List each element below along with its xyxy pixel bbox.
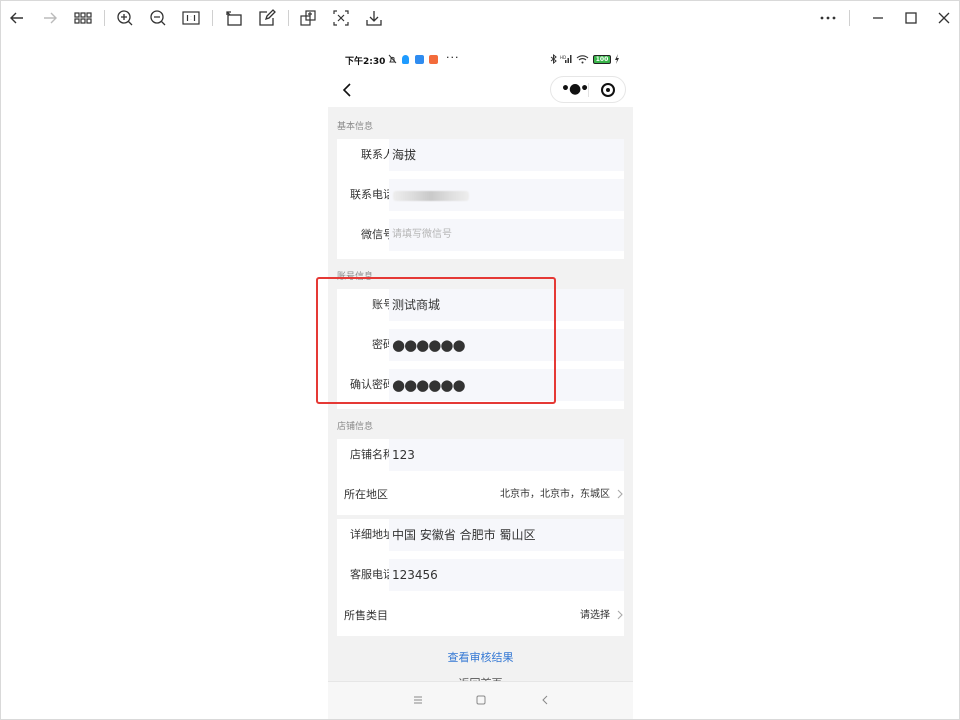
back-arrow-icon[interactable] [7, 8, 27, 28]
zoom-in-icon[interactable] [115, 8, 135, 28]
mini-program-capsule: •●• [550, 76, 626, 103]
service-phone-input[interactable]: 123456 [389, 559, 624, 591]
edit-icon[interactable] [257, 8, 277, 28]
capsule-more-icon[interactable]: •●• [561, 81, 589, 97]
form-row-service-phone: 客服电话 123456 [337, 559, 624, 599]
chevron-right-icon [617, 489, 623, 499]
app-notification-icon-2 [429, 55, 438, 64]
status-bar: 下午2:30 ··· HD 100 [328, 47, 633, 73]
close-icon[interactable] [934, 8, 954, 28]
back-icon[interactable] [539, 694, 551, 706]
chevron-right-icon [617, 610, 623, 620]
form-row-address: 详细地址 中国 安徽省 合肥市 蜀山区 [337, 519, 624, 559]
minimize-icon[interactable] [868, 8, 888, 28]
region-value: 北京市，北京市，东城区 [500, 489, 610, 500]
battery-indicator: 100 [593, 55, 611, 64]
system-nav-bar [328, 681, 633, 719]
blurred-phone-number [393, 191, 469, 201]
wechat-input[interactable]: 请填写微信号 [389, 219, 624, 251]
app-notification-icon [415, 55, 424, 64]
category-label: 所售类目 [344, 609, 388, 622]
zoom-out-icon[interactable] [148, 8, 168, 28]
shop-name-label: 店铺名称 [350, 448, 394, 461]
crop-icon[interactable] [298, 8, 318, 28]
form-row-wechat: 微信号 请填写微信号 [337, 219, 624, 259]
signal-icon: HD [560, 55, 572, 63]
bluetooth-icon [550, 54, 557, 64]
form-row-contact: 联系人 海拔 [337, 139, 624, 179]
svg-text:HD: HD [560, 55, 566, 60]
screenshot-icon[interactable] [331, 8, 351, 28]
charging-icon [615, 54, 619, 64]
menu-icon[interactable] [412, 694, 424, 706]
address-label: 详细地址 [350, 528, 394, 541]
actual-size-icon[interactable] [181, 8, 201, 28]
form-row-category[interactable]: 所售类目 请选择 [337, 596, 624, 636]
download-icon[interactable] [364, 8, 384, 28]
service-phone-label: 客服电话 [350, 568, 394, 581]
category-value: 请选择 [580, 610, 610, 621]
region-label: 所在地区 [344, 488, 388, 501]
image-viewer-window: 下午2:30 ··· HD 100 •●• 基本信息 联系人 海拔 联系电话 微… [0, 0, 960, 720]
status-more-dots: ··· [446, 51, 460, 64]
status-time: 下午2:30 [345, 57, 386, 67]
form-row-shop-name: 店铺名称 123 [337, 439, 624, 479]
alarm-off-icon [388, 54, 397, 64]
more-icon[interactable] [818, 8, 838, 28]
section-title-basic: 基本信息 [337, 122, 374, 132]
view-review-result-link[interactable]: 查看审核结果 [328, 649, 633, 665]
rotate-icon[interactable] [224, 8, 244, 28]
qq-icon [402, 55, 409, 64]
form-row-phone: 联系电话 [337, 179, 624, 219]
red-highlight-box [316, 277, 556, 404]
form-row-region[interactable]: 所在地区 北京市，北京市，东城区 [337, 475, 624, 515]
mini-program-navbar: •●• [328, 73, 633, 107]
grid-view-icon[interactable] [73, 8, 93, 28]
phone-input[interactable] [389, 179, 624, 211]
contact-input[interactable]: 海拔 [389, 139, 624, 171]
viewer-toolbar [1, 1, 959, 35]
shop-name-input[interactable]: 123 [389, 439, 624, 471]
maximize-icon[interactable] [901, 8, 921, 28]
address-input[interactable]: 中国 安徽省 合肥市 蜀山区 [389, 519, 624, 551]
forward-arrow-icon[interactable] [40, 8, 60, 28]
wifi-icon [576, 55, 589, 64]
home-icon[interactable] [475, 694, 487, 706]
phone-label: 联系电话 [350, 188, 394, 201]
section-title-shop: 店铺信息 [337, 422, 374, 432]
back-chevron-icon[interactable] [340, 82, 354, 98]
capsule-close-icon[interactable] [601, 83, 615, 97]
